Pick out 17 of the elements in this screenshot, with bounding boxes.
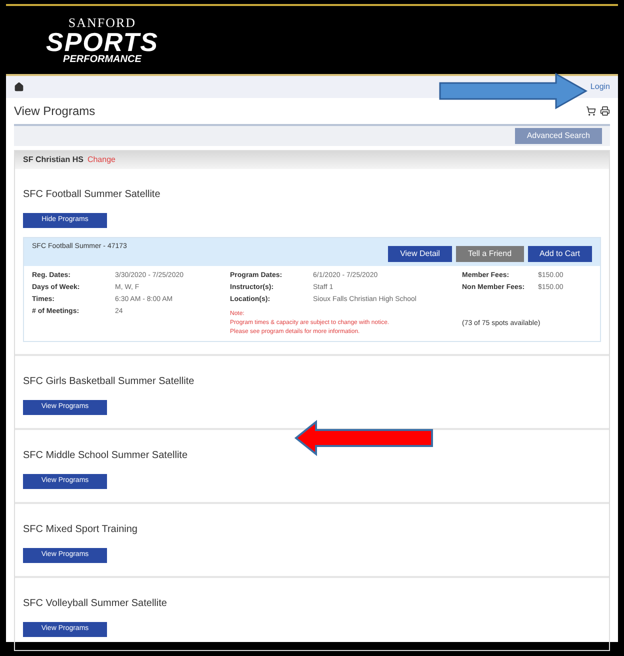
category-title: SFC Middle School Summer Satellite: [23, 450, 188, 461]
category-title: SFC Girls Basketball Summer Satellite: [23, 376, 194, 387]
login-link[interactable]: Login: [590, 81, 610, 93]
arrow-annotation-icon: [294, 420, 434, 456]
cart-icon[interactable]: [586, 106, 596, 116]
home-icon[interactable]: [14, 82, 24, 92]
program-action-button[interactable]: Tell a Friend: [456, 246, 524, 262]
arrow-annotation-icon: [438, 72, 588, 110]
location-name: SF Christian HS: [23, 154, 84, 166]
logo: SANFORD SPORTS PERFORMANCE: [46, 16, 158, 64]
print-icon[interactable]: [600, 106, 610, 116]
category-title: SFC Mixed Sport Training: [23, 524, 138, 535]
program-action-button[interactable]: View Detail: [388, 246, 452, 262]
category-title: SFC Volleyball Summer Satellite: [23, 598, 167, 609]
category-title: SFC Football Summer Satellite: [23, 189, 160, 200]
program-action-button[interactable]: Add to Cart: [528, 246, 592, 262]
page-title: View Programs: [14, 103, 96, 120]
